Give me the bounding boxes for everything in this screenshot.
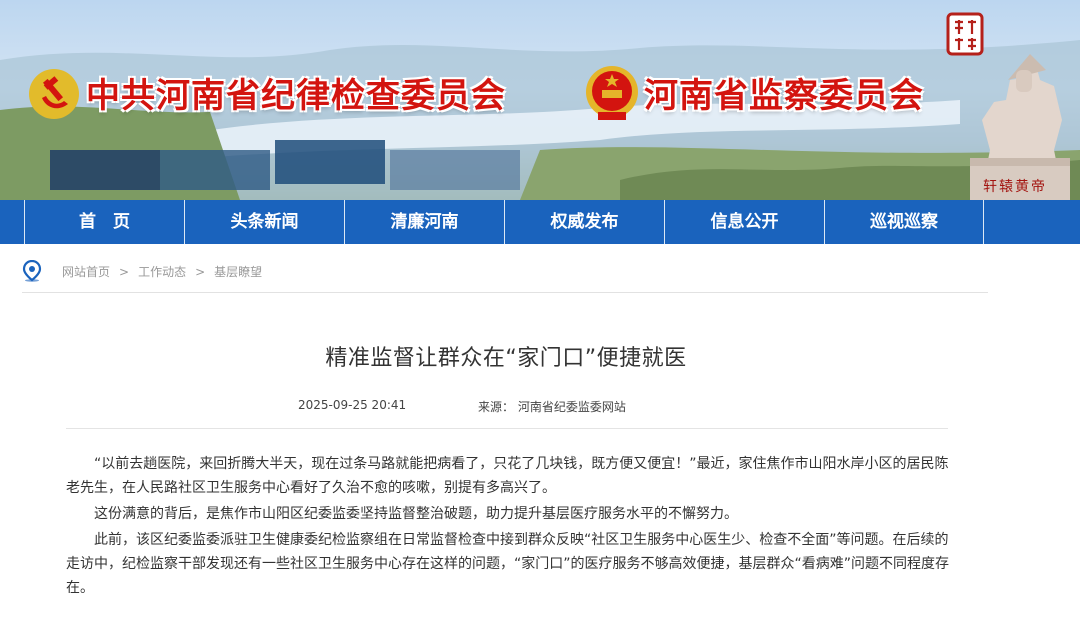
article-source: 来源： 河南省纪委监委网站 [478,400,626,414]
national-emblem-icon [586,66,638,120]
breadcrumb-grassroots-link[interactable]: 基层瞭望 [214,265,262,279]
article-paragraph: 这份满意的背后，是焦作市山阳区纪委监委坚持监督整治破题，助力提升基层医疗服务水平… [94,506,738,522]
breadcrumb-home-link[interactable]: 网站首页 [62,265,110,279]
nav-inspection-tour[interactable]: 巡视巡察 [824,200,984,244]
nav-home[interactable]: 首 页 [24,200,184,244]
header-banner: 中共河南省纪律检查委员会 河南省监察委员会 轩辕黄帝 [0,0,1080,200]
nav-authoritative-release[interactable]: 权威发布 [504,200,664,244]
article-title: 精准监督让群众在“家门口”便捷就医 [325,346,687,371]
breadcrumb: 网站首页 > 工作动态 > 基层瞭望 [22,258,988,293]
breadcrumb-work-news-link[interactable]: 工作动态 [138,265,186,279]
breadcrumb-separator: > [119,265,130,279]
article-divider [66,428,948,429]
article-date: 2025-09-25 20:41 [298,398,407,412]
nav-clean-henan[interactable]: 清廉河南 [344,200,504,244]
org-title-supervisory-commission: 河南省监察委员会 [644,76,924,116]
location-pin-icon [22,260,42,282]
breadcrumb-separator: > [195,265,206,279]
nav-information-disclosure[interactable]: 信息公开 [664,200,824,244]
main-nav: 首 页 头条新闻 清廉河南 权威发布 信息公开 巡视巡察 [0,200,1080,244]
article-paragraph: 此前，该区纪委监委派驻卫生健康委纪检监察组在日常监督检查中接到群众反映“社区卫生… [66,532,950,596]
article-paragraph: “以前去趟医院，来回折腾大半天，现在过条马路就能把病看了，只花了几块钱，既方便又… [66,456,949,496]
nav-headline-news[interactable]: 头条新闻 [184,200,344,244]
statue-caption: 轩辕黄帝 [983,179,1047,195]
article-body: “以前去趟医院，来回折腾大半天，现在过条马路就能把病看了，只花了几块钱，既方便又… [66,452,950,602]
party-emblem-icon [29,69,79,119]
org-title-discipline-commission: 中共河南省纪律检查委员会 [86,76,506,116]
